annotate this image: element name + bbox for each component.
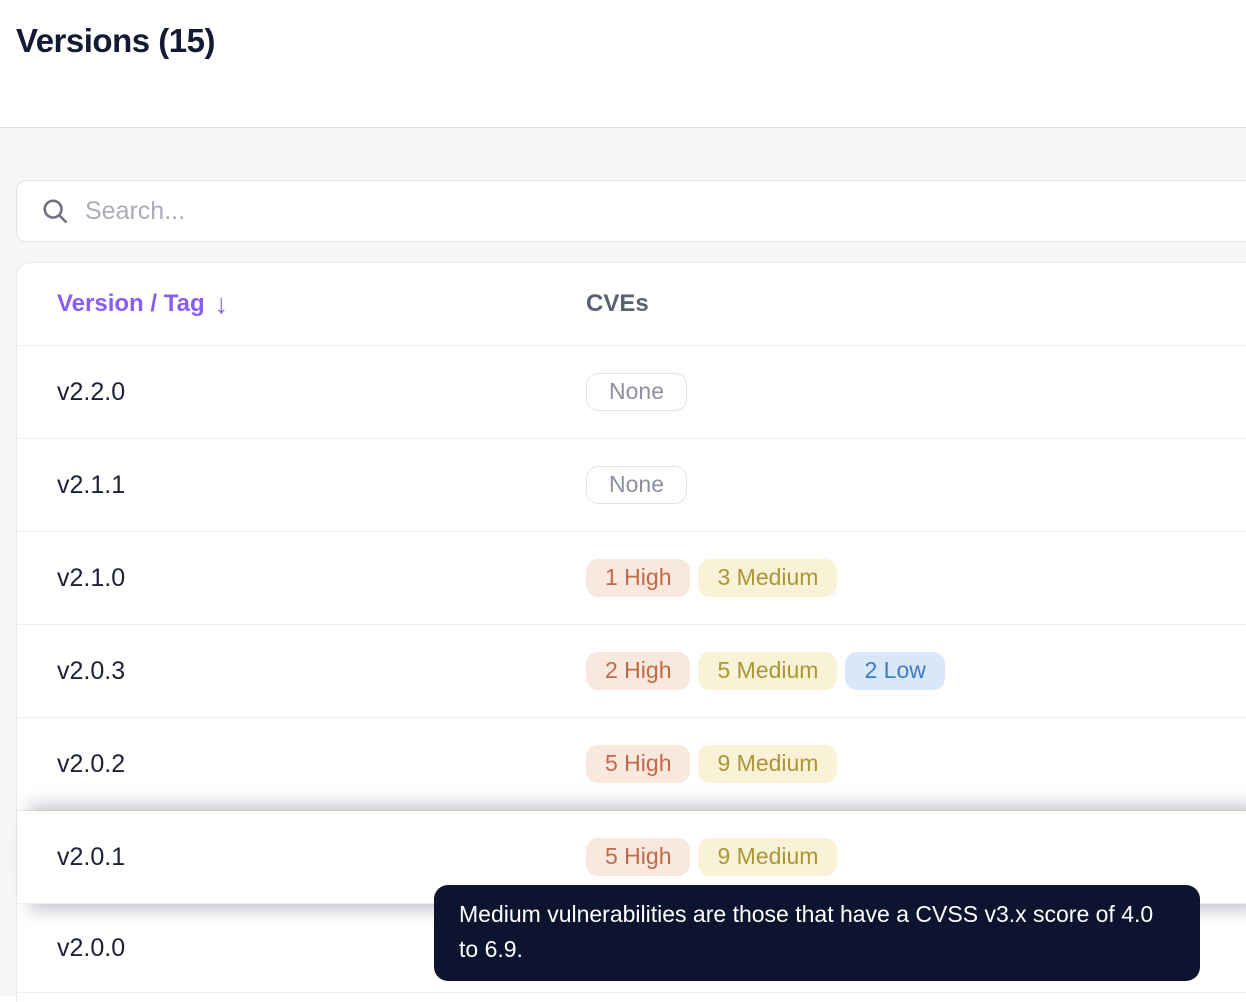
cve-badge-medium[interactable]: 9 Medium (698, 838, 838, 876)
cve-badge-high[interactable]: 5 High (586, 838, 691, 876)
cves-cell: 1 High 3 Medium (586, 559, 838, 597)
cve-badge-high[interactable]: 1 High (586, 559, 691, 597)
version-cell: v2.0.2 (17, 750, 586, 779)
cves-cell: 5 High 9 Medium (586, 745, 838, 783)
version-label: v2.0.3 (57, 656, 126, 685)
page-header: Versions (15) (0, 0, 1246, 128)
column-header-version-tag[interactable]: Version / Tag ↓ (17, 290, 586, 318)
cve-badge-medium[interactable]: 3 Medium (698, 559, 838, 597)
cve-badge-medium[interactable]: 9 Medium (698, 745, 838, 783)
version-label: v2.1.0 (57, 563, 126, 592)
content-area: Version / Tag ↓ CVEs v2.2.0 None v2.1.1 Non… (0, 128, 1246, 1002)
cves-cell: None (586, 466, 687, 504)
version-label: v2.0.1 (57, 842, 126, 871)
version-cell: v2.2.0 (17, 378, 586, 407)
column-header-cves-label: CVEs (586, 290, 649, 317)
search-input[interactable] (85, 196, 1246, 226)
column-header-cves[interactable]: CVEs (586, 290, 649, 318)
search-icon (43, 199, 68, 224)
cve-badge-high[interactable]: 5 High (586, 745, 691, 783)
version-cell: v2.1.0 (17, 564, 586, 593)
sort-descending-icon: ↓ (214, 288, 229, 319)
search-box[interactable] (16, 180, 1246, 242)
table-row[interactable]: v2.0.2 5 High 9 Medium (17, 718, 1246, 811)
version-label: v2.0.2 (57, 749, 126, 778)
cves-cell: None (586, 373, 687, 411)
cve-badge-medium[interactable]: 5 Medium (698, 652, 838, 690)
cves-cell: 2 High 5 Medium 2 Low (586, 652, 945, 690)
cves-cell: 5 High 9 Medium (586, 838, 838, 876)
table-row[interactable]: v2.1.1 None (17, 439, 1246, 532)
cve-badge-high[interactable]: 2 High (586, 652, 691, 690)
cve-badge-low[interactable]: 2 Low (845, 652, 945, 690)
page-title: Versions (15) (16, 22, 215, 59)
cve-badge-none[interactable]: None (586, 373, 687, 411)
version-cell: v2.0.1 (17, 843, 586, 872)
cve-badge-none[interactable]: None (586, 466, 687, 504)
table-row[interactable]: v2.1.0 1 High 3 Medium (17, 532, 1246, 625)
version-label: v2.0.0 (57, 933, 126, 962)
version-cell: v2.1.1 (17, 471, 586, 500)
table-row[interactable]: v2.0.3 2 High 5 Medium 2 Low (17, 625, 1246, 718)
version-label: v2.2.0 (57, 377, 126, 406)
version-label: v2.1.1 (57, 470, 126, 499)
column-header-version-tag-label: Version / Tag (57, 290, 205, 317)
medium-cve-tooltip: Medium vulnerabilities are those that ha… (434, 885, 1200, 981)
table-header-row: Version / Tag ↓ CVEs (17, 263, 1246, 346)
version-cell: v2.0.3 (17, 657, 586, 686)
table-row[interactable]: v2.2.0 None (17, 346, 1246, 439)
